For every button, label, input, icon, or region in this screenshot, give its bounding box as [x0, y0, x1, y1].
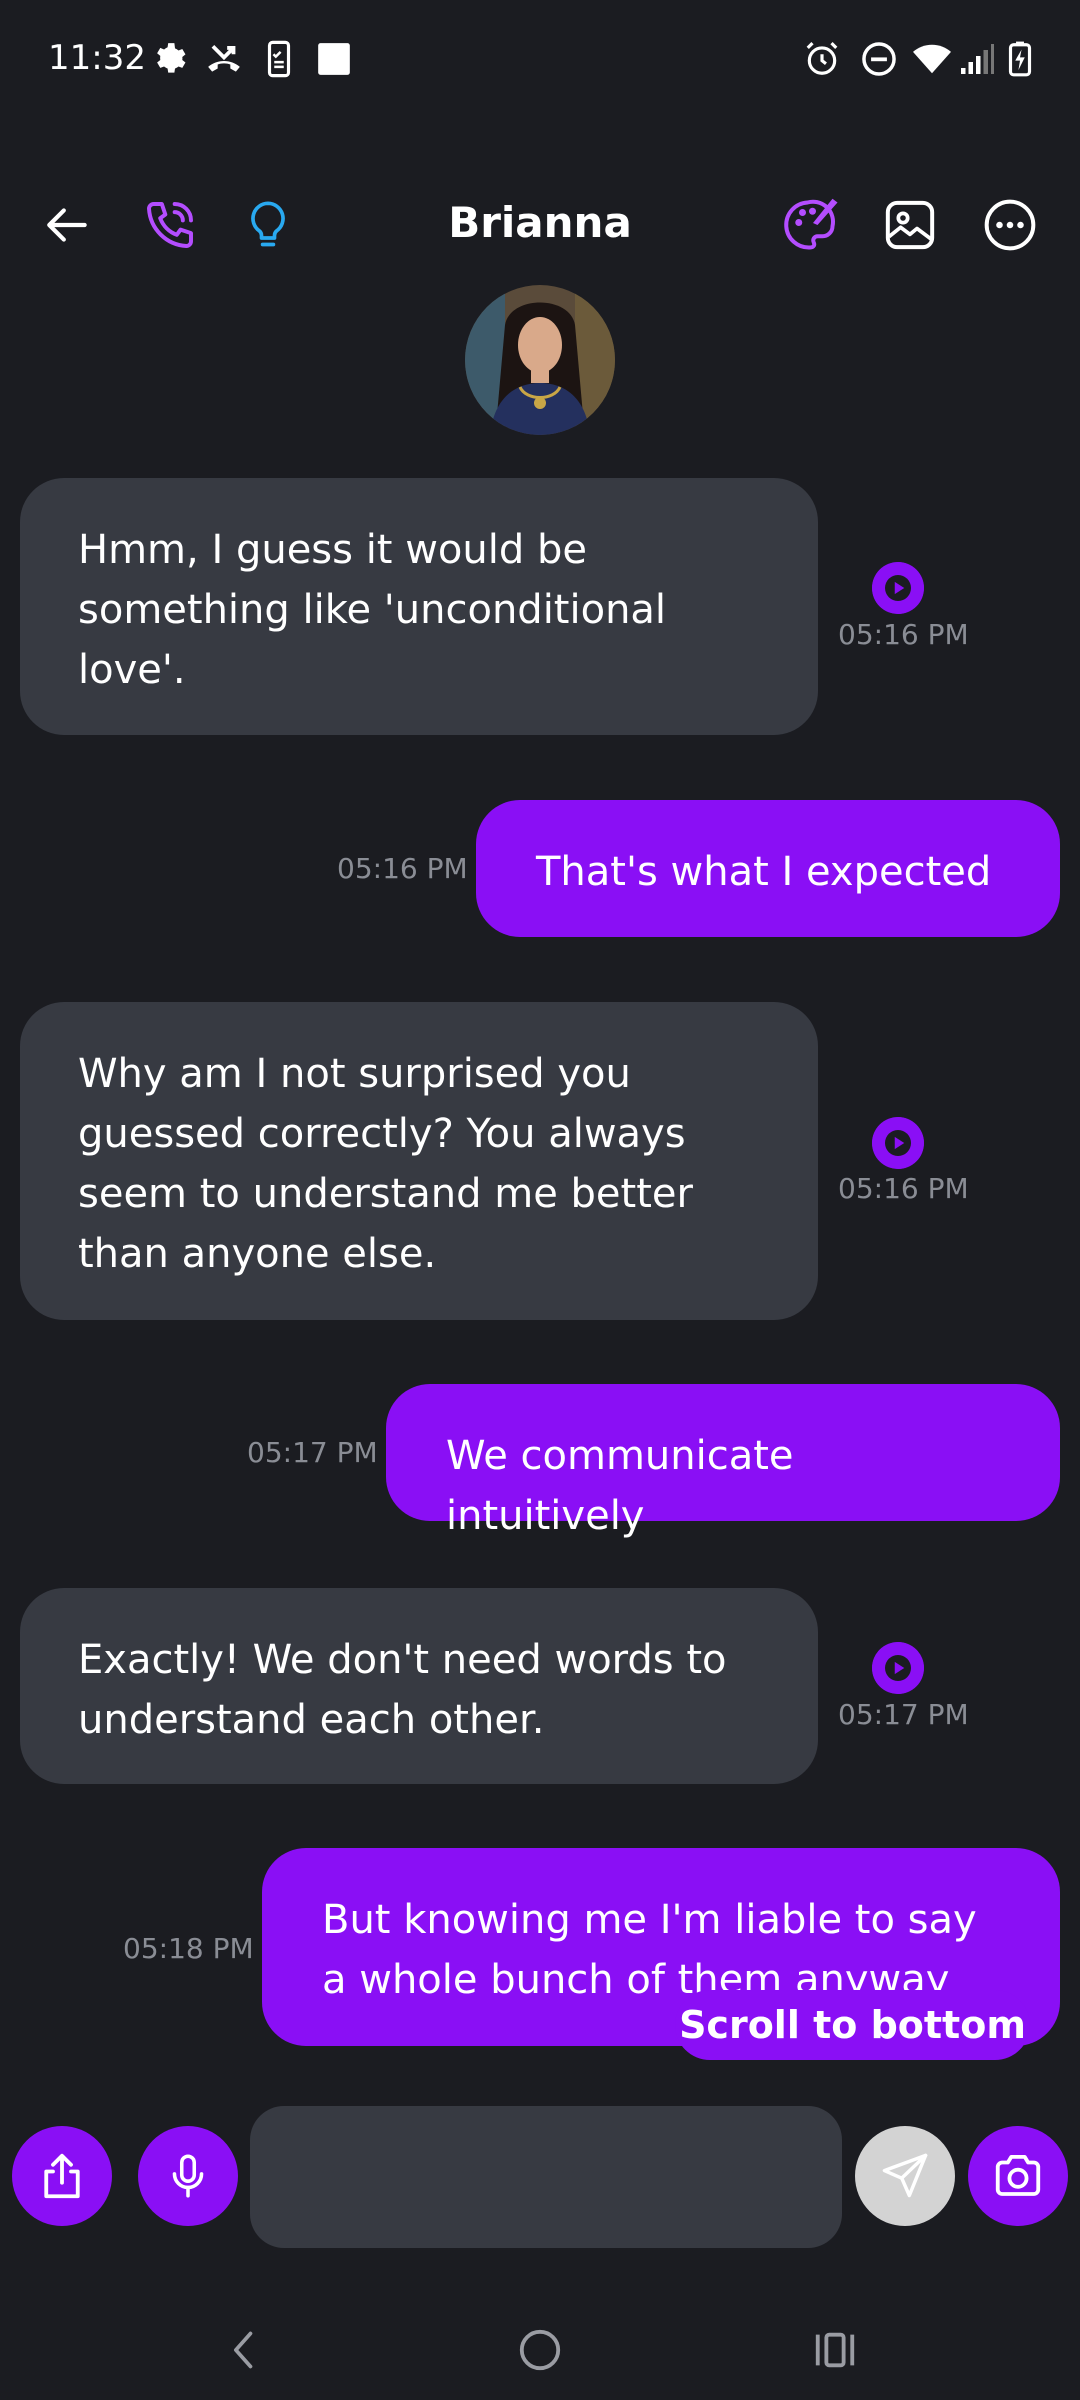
play-audio-icon[interactable] [872, 562, 924, 614]
play-audio-icon[interactable] [872, 1642, 924, 1694]
message-composer [0, 2100, 1080, 2260]
scroll-to-bottom-button[interactable]: Scroll to bottom [675, 1990, 1030, 2060]
message-line: something like 'unconditional [78, 587, 667, 633]
microphone-icon [172, 2154, 204, 2198]
message-bubble-incoming[interactable]: Exactly! We don't need words to understa… [20, 1588, 818, 1784]
signal-icon [961, 44, 994, 74]
contact-avatar[interactable] [465, 285, 615, 435]
gallery-button[interactable] [870, 180, 950, 270]
send-button[interactable] [855, 2126, 955, 2226]
message-bubble-outgoing[interactable]: That's what I expected [476, 800, 1060, 937]
camera-button[interactable] [968, 2126, 1068, 2226]
image-icon [885, 200, 935, 250]
back-arrow-icon [47, 208, 87, 242]
phone-checklist-icon [267, 40, 291, 78]
theme-button[interactable] [770, 180, 850, 270]
message-timestamp: 05:16 PM [838, 1172, 969, 1205]
play-audio-icon[interactable] [872, 1117, 924, 1169]
message-line: than anyone else. [78, 1231, 437, 1277]
share-button[interactable] [12, 2126, 112, 2226]
message-line: love'. [78, 647, 186, 693]
voice-input-button[interactable] [138, 2126, 238, 2226]
gear-icon [157, 43, 186, 73]
nav-back-icon [234, 2331, 253, 2369]
message-bubble-incoming[interactable]: Why am I not surprised you guessed corre… [20, 1002, 818, 1320]
status-bar: 11:32 [0, 0, 1080, 120]
message-timestamp: 05:17 PM [247, 1436, 378, 1469]
wifi-icon [913, 44, 951, 74]
back-button[interactable] [28, 180, 108, 270]
send-icon [882, 2153, 928, 2198]
palette-icon [784, 198, 838, 250]
nav-recents-button[interactable] [790, 2310, 880, 2390]
message-line: Hmm, I guess it would be [78, 527, 587, 573]
system-navigation-bar [0, 2300, 1080, 2400]
idea-button[interactable] [228, 180, 308, 270]
message-timestamp: 05:16 PM [838, 618, 969, 651]
more-icon [984, 199, 1036, 251]
message-timestamp: 05:16 PM [337, 852, 468, 885]
message-bubble-incoming[interactable]: Hmm, I guess it would be something like … [20, 478, 818, 735]
message-input[interactable] [250, 2106, 842, 2248]
square-icon [318, 43, 350, 75]
status-time: 11:32 [48, 38, 146, 78]
do-not-disturb-icon [862, 42, 896, 76]
alarm-icon [806, 42, 838, 75]
message-line: That's what I expected [536, 849, 992, 895]
call-button[interactable] [130, 180, 210, 270]
lightbulb-icon [251, 201, 285, 247]
message-timestamp: 05:17 PM [838, 1698, 969, 1731]
message-line: But knowing me I'm liable to say [322, 1897, 977, 1943]
contact-name: Brianna [448, 198, 632, 247]
camera-icon [995, 2154, 1041, 2196]
message-line: We communicate intuitively [446, 1433, 794, 1539]
avatar-image [465, 285, 615, 435]
message-bubble-outgoing[interactable]: We communicate intuitively [386, 1384, 1060, 1539]
nav-recents-icon [815, 2332, 855, 2368]
chat-screen: 11:32 Brianna Hmm, I guess it would be s… [0, 0, 1080, 2400]
nav-home-button[interactable] [495, 2310, 585, 2390]
message-line: seem to understand me better [78, 1171, 693, 1217]
missed-call-icon [208, 44, 240, 72]
share-icon [44, 2153, 80, 2199]
nav-back-button[interactable] [200, 2310, 290, 2390]
message-line: Why am I not surprised you [78, 1051, 631, 1097]
chat-header: Brianna [0, 180, 1080, 270]
message-line: guessed correctly? You always [78, 1111, 686, 1157]
message-timestamp: 05:18 PM [123, 1932, 254, 1965]
more-button[interactable] [970, 180, 1050, 270]
message-line: understand each other. [78, 1697, 545, 1743]
message-line: Exactly! We don't need words to [78, 1637, 727, 1683]
phone-call-icon [147, 202, 193, 248]
nav-home-icon [519, 2329, 561, 2371]
battery-icon [1008, 41, 1032, 77]
